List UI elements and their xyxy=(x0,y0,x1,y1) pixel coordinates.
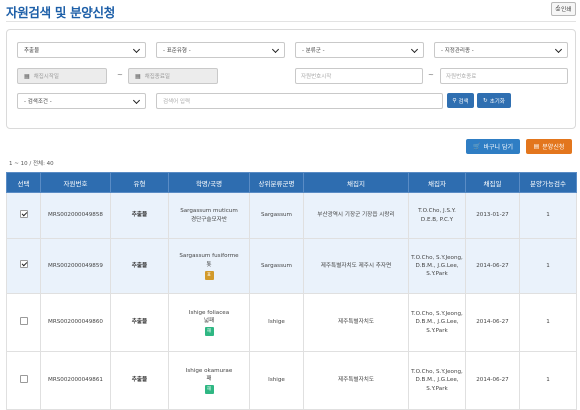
table-row[interactable]: MRS002000049859 추출물 Sargassum fusiforme … xyxy=(6,238,577,294)
date-range-tilde: ~ xyxy=(117,71,123,79)
cell-place: 제주특별자치도 제주시 추자면 xyxy=(303,238,409,294)
search-icon: ⚲ xyxy=(452,97,457,104)
table-row[interactable]: MRS002000049858 추출물 Sargassum muticum 경단… xyxy=(6,192,577,239)
col-header-date: 채집일 xyxy=(465,172,520,193)
date-start-field[interactable]: ▦ 채집시작일 xyxy=(17,68,107,84)
marine-badge: 해 xyxy=(204,327,214,337)
search-panel: 추출물 - 표준유형 - - 분류군 - - 지정관리종 - ▦ 채집시작일 ~… xyxy=(6,29,576,129)
cell-id: MRS002000049858 xyxy=(40,192,111,239)
calendar-icon: ▦ xyxy=(135,72,141,80)
cell-qty: 1 xyxy=(519,351,577,410)
date-end-placeholder: 채집종료일 xyxy=(144,74,170,80)
search-button-label: 검색 xyxy=(458,98,469,105)
date-end-field[interactable]: ▦ 채집종료일 xyxy=(128,68,218,84)
cell-name: Sargassum muticum 경단구슬모자반 xyxy=(168,192,250,239)
print-button-label: 인쇄 xyxy=(561,7,572,13)
col-header-upper: 상위분류군명 xyxy=(249,172,304,193)
request-button-label: 분양신청 xyxy=(542,144,565,151)
keyword-input[interactable]: 검색어 입력 xyxy=(156,93,443,109)
cell-date: 2014-06-27 xyxy=(465,293,520,352)
cell-name: Sargassum fusiforme 톳 표 xyxy=(168,238,250,294)
row-checkbox[interactable] xyxy=(19,209,28,218)
request-icon: ▤ xyxy=(533,143,540,150)
cell-upper: Sargassum xyxy=(249,238,304,294)
cart-icon: 🛒 xyxy=(473,143,481,150)
row-checkbox[interactable] xyxy=(19,260,28,269)
cell-place: 제주특별자치도 xyxy=(303,293,409,352)
cell-upper: Ishige xyxy=(249,351,304,410)
col-header-qty: 분양가능검수 xyxy=(519,172,577,193)
cell-type: 추출물 xyxy=(110,351,169,410)
cell-upper: Sargassum xyxy=(249,192,304,239)
col-header-type: 유형 xyxy=(110,172,169,193)
cell-collector: T.O.Cho, S.Y.Jeong, D.B.M., J.G.Lee, S.Y… xyxy=(408,351,466,410)
resource-end-input[interactable]: 자원번호종료 xyxy=(440,68,568,84)
title-divider xyxy=(6,21,576,22)
cell-id: MRS002000049861 xyxy=(40,351,111,410)
print-button[interactable]: ⎙ 인쇄 xyxy=(551,2,576,16)
cell-date: 2014-06-27 xyxy=(465,238,520,294)
cell-sci-name: Sargassum muticum xyxy=(180,208,238,215)
category-select[interactable]: - 분류군 - xyxy=(295,42,424,58)
col-header-name: 학명/국명 xyxy=(168,172,250,193)
table-row[interactable]: MRS002000049861 추출물 Ishige okamurae 패 해 … xyxy=(6,351,577,410)
row-checkbox[interactable] xyxy=(19,374,28,383)
cell-type: 추출물 xyxy=(110,192,169,239)
page-title: 자원검색 및 분양신청 xyxy=(6,5,115,20)
table-row[interactable]: MRS002000049860 추출물 Ishige foliacea 넓패 해… xyxy=(6,293,577,352)
cell-name: Ishige foliacea 넓패 해 xyxy=(168,293,250,352)
basket-button-label: 바구니 담기 xyxy=(483,144,513,151)
standard-badge: 표 xyxy=(204,270,214,280)
request-distribution-button[interactable]: ▤ 분양신청 xyxy=(526,139,572,154)
resource-range-tilde: ~ xyxy=(428,71,434,79)
cell-place: 제주특별자치도 xyxy=(303,351,409,410)
cell-type: 추출물 xyxy=(110,293,169,352)
cell-collector: T.O.Cho, S.Y.Jeong, D.B.M., J.G.Lee, S.Y… xyxy=(408,293,466,352)
cell-kor-name: 패 xyxy=(206,376,212,382)
cell-place: 부산광역시 기장군 기장읍 시랑리 xyxy=(303,192,409,239)
col-header-id: 자원번호 xyxy=(40,172,111,193)
col-header-collector: 채집자 xyxy=(408,172,466,193)
reset-button[interactable]: ↻ 초기화 xyxy=(477,93,511,108)
cell-sci-name: Ishige foliacea xyxy=(188,309,230,316)
resource-table: 선택 자원번호 유형 학명/국명 상위분류군명 채집지 채집자 채집일 분양가능… xyxy=(6,172,577,410)
date-start-placeholder: 채집시작일 xyxy=(33,74,59,80)
cell-collector: T.O.Cho, J.S.Y. D.E.B, P.C.Y xyxy=(408,192,466,239)
col-header-select: 선택 xyxy=(6,172,41,193)
cell-kor-name: 넓패 xyxy=(203,318,215,324)
search-button[interactable]: ⚲ 검색 xyxy=(447,93,474,108)
manager-select[interactable]: - 지정관리종 - xyxy=(434,42,568,58)
cell-date: 2014-06-27 xyxy=(465,351,520,410)
cell-upper: Ishige xyxy=(249,293,304,352)
refresh-icon: ↻ xyxy=(483,97,488,104)
resource-start-input[interactable]: 자원번호시작 xyxy=(295,68,423,84)
type-select[interactable]: 추출물 xyxy=(17,42,146,58)
cell-qty: 1 xyxy=(519,238,577,294)
calendar-icon: ▦ xyxy=(24,72,30,80)
add-to-basket-button[interactable]: 🛒 바구니 담기 xyxy=(466,139,520,154)
cell-qty: 1 xyxy=(519,293,577,352)
row-checkbox[interactable] xyxy=(19,316,28,325)
printer-icon: ⎙ xyxy=(555,5,561,12)
cell-sci-name: Sargassum fusiforme xyxy=(179,253,239,260)
result-count: 1 ~ 10 / 전체: 40 xyxy=(9,161,54,167)
cell-kor-name: 경단구슬모자반 xyxy=(190,216,228,223)
col-header-place: 채집지 xyxy=(303,172,409,193)
table-header-row: 선택 자원번호 유형 학명/국명 상위분류군명 채집지 채집자 채집일 분양가능… xyxy=(6,172,577,193)
cell-date: 2013-01-27 xyxy=(465,192,520,239)
cell-kor-name: 톳 xyxy=(206,261,212,268)
cell-sci-name: Ishige okamurae xyxy=(185,367,233,374)
reset-button-label: 초기화 xyxy=(489,98,505,105)
cell-id: MRS002000049859 xyxy=(40,238,111,294)
condition-select[interactable]: - 검색조건 - xyxy=(17,93,146,109)
cell-qty: 1 xyxy=(519,192,577,239)
cell-name: Ishige okamurae 패 해 xyxy=(168,351,250,410)
cell-type: 추출물 xyxy=(110,238,169,294)
cell-collector: T.O.Cho, S.Y.Jeong, D.B.M., J.G.Lee, S.Y… xyxy=(408,238,466,294)
standard-type-select[interactable]: - 표준유형 - xyxy=(156,42,285,58)
cell-id: MRS002000049860 xyxy=(40,293,111,352)
